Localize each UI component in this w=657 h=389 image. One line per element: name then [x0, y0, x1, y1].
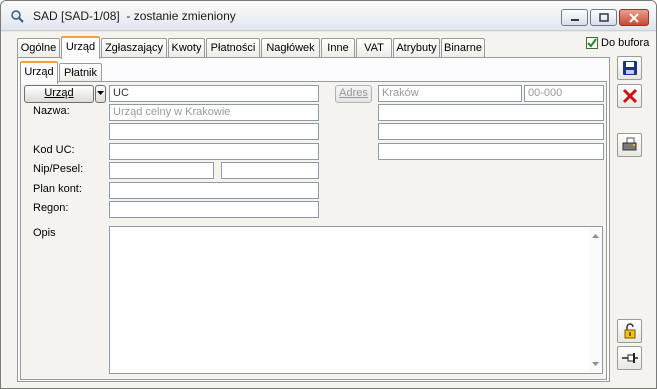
pin-button[interactable]: [617, 346, 642, 370]
tab-panel-urzad: Urząd Płatnik Urząd UC Adres Kraków 00-0…: [17, 57, 610, 382]
address-line2-field[interactable]: [378, 123, 604, 140]
subtab-urzad[interactable]: Urząd: [20, 61, 58, 84]
tab-label: Zgłaszający: [104, 42, 164, 54]
print-button[interactable]: [617, 133, 642, 157]
nip-pesel-label: Nip/Pesel:: [33, 163, 84, 175]
address-line3-field[interactable]: [378, 143, 604, 160]
nazwa-field-line1[interactable]: Urząd celny w Krakowie: [109, 104, 319, 121]
unlock-icon: [624, 323, 635, 339]
urzad-code-field[interactable]: UC: [109, 85, 319, 102]
scroll-down-icon[interactable]: [589, 358, 602, 370]
tab-platnosci[interactable]: Płatności: [206, 38, 260, 58]
tab-ogolne[interactable]: Ogólne: [17, 38, 60, 58]
tab-label: Binarne: [444, 42, 482, 54]
tab-label: VAT: [364, 42, 384, 54]
adres-button[interactable]: Adres: [335, 85, 372, 103]
tab-atrybuty[interactable]: Atrybuty: [393, 38, 440, 58]
maximize-button[interactable]: [590, 9, 617, 26]
tab-label: Inne: [327, 42, 349, 54]
kod-uc-label: Kod UC:: [33, 144, 75, 156]
adres-button-label: Adres: [339, 87, 368, 99]
pesel-field[interactable]: [221, 162, 319, 179]
tab-label: Kwoty: [171, 42, 202, 54]
opis-scrollbar[interactable]: [589, 227, 602, 373]
save-icon: [622, 61, 637, 75]
tab-label: Ogólne: [20, 42, 57, 54]
app-magnifier-icon: [11, 10, 24, 23]
printer-icon: [622, 137, 636, 151]
tab-urzad[interactable]: Urząd: [61, 36, 100, 59]
do-bufora-label[interactable]: Do bufora: [601, 37, 649, 49]
chevron-down-icon: [97, 91, 104, 95]
subtab-platnik[interactable]: Płatnik: [59, 63, 102, 83]
pin-icon: [621, 353, 638, 363]
regon-field[interactable]: [109, 201, 319, 218]
title-bar: SAD [SAD-1/08] - zostanie zmieniony: [1, 1, 656, 31]
nip-field[interactable]: [109, 162, 214, 179]
subtab-label: Urząd: [24, 66, 54, 78]
nazwa-label: Nazwa:: [33, 105, 70, 117]
tab-binarne[interactable]: Binarne: [441, 38, 485, 58]
delete-icon: [622, 88, 637, 104]
urzad-dropdown-button[interactable]: [95, 85, 106, 103]
do-bufora-checkbox[interactable]: [586, 37, 598, 49]
plan-kont-field[interactable]: [109, 182, 319, 199]
tab-label: Płatności: [210, 42, 256, 54]
tab-label: Atrybuty: [396, 42, 437, 54]
postal-code-field[interactable]: 00-000: [524, 85, 604, 102]
address-line1-field[interactable]: [378, 104, 604, 121]
checkmark-icon: [587, 38, 597, 48]
minimize-button[interactable]: [561, 9, 588, 26]
tab-label: Nagłówek: [266, 42, 315, 54]
close-button[interactable]: [619, 9, 649, 26]
plan-kont-label: Plan kont:: [33, 183, 82, 195]
save-button[interactable]: [617, 56, 642, 80]
city-field[interactable]: Kraków: [378, 85, 522, 102]
window-body: Ogólne Urząd Zgłaszający Kwoty Płatności…: [1, 32, 656, 388]
sad-document-window: SAD [SAD-1/08] - zostanie zmieniony Ogól…: [0, 0, 657, 389]
scroll-up-icon[interactable]: [589, 230, 602, 242]
regon-label: Regon:: [33, 202, 69, 214]
unlock-button[interactable]: [617, 319, 642, 343]
urzad-button-label: Urząd: [44, 87, 74, 99]
minimize-icon: [570, 18, 579, 21]
urzad-form-panel: Urząd UC Adres Kraków 00-000 Nazwa: Urzą…: [20, 81, 607, 380]
opis-label: Opis: [33, 227, 56, 239]
opis-textarea[interactable]: [109, 226, 603, 374]
urzad-button[interactable]: Urząd: [24, 85, 94, 103]
subtab-label: Płatnik: [63, 67, 98, 79]
tab-vat[interactable]: VAT: [356, 38, 392, 58]
maximize-icon: [598, 13, 609, 22]
delete-button[interactable]: [617, 84, 642, 108]
tab-zglaszajacy[interactable]: Zgłaszający: [101, 38, 167, 58]
window-title: SAD [SAD-1/08] - zostanie zmieniony: [33, 9, 236, 23]
tab-kwoty[interactable]: Kwoty: [168, 38, 205, 58]
kod-uc-field[interactable]: [109, 143, 319, 160]
tab-naglowek[interactable]: Nagłówek: [261, 38, 320, 58]
tab-inne[interactable]: Inne: [321, 38, 355, 58]
tab-label: Urząd: [65, 41, 96, 53]
close-icon: [629, 12, 639, 23]
nazwa-field-line2[interactable]: [109, 123, 319, 140]
